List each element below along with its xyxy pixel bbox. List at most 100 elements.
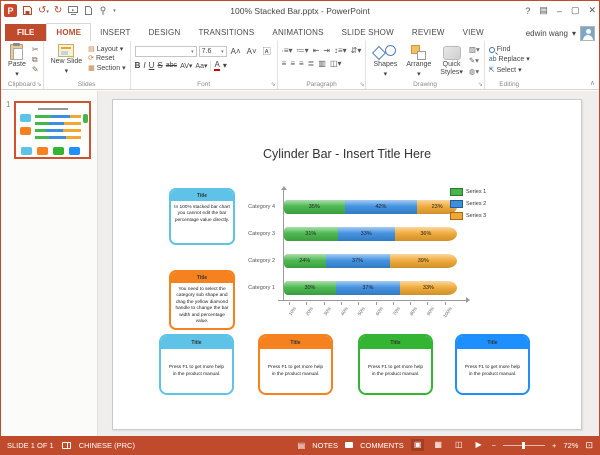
- start-slideshow-icon[interactable]: [67, 5, 79, 16]
- change-case-button[interactable]: Aa▾: [195, 62, 207, 70]
- text-direction-icon[interactable]: ⇵▾: [351, 46, 362, 55]
- bar-segment[interactable]: 35%: [284, 200, 345, 214]
- strikethrough-button[interactable]: S: [157, 61, 162, 70]
- callout-note-2[interactable]: Title You need to select the category su…: [169, 270, 235, 330]
- bar-category-2[interactable]: 24% 37% 39%: [284, 254, 458, 268]
- shape-effects-icon[interactable]: ◍▾: [469, 67, 480, 76]
- convert-smartart-icon[interactable]: ◫▾: [330, 59, 342, 68]
- slide-title[interactable]: Cylinder Bar - Insert Title Here: [113, 147, 581, 161]
- fit-to-window-icon[interactable]: ⊡: [585, 440, 593, 451]
- bar-segment[interactable]: 36%: [394, 227, 458, 241]
- comments-button[interactable]: COMMENTS: [360, 441, 404, 450]
- info-box-1[interactable]: Title Press F1 to get more help in the p…: [159, 334, 234, 395]
- zoom-level[interactable]: 72%: [563, 441, 578, 450]
- tab-review[interactable]: REVIEW: [403, 24, 454, 41]
- shapes-button[interactable]: Shapes ▾: [370, 43, 400, 79]
- arrange-button[interactable]: Arrange ▾: [403, 43, 434, 79]
- collapse-ribbon-icon[interactable]: ∧: [590, 79, 595, 87]
- drawing-dialog-launcher-icon[interactable]: ⇘: [478, 81, 483, 88]
- info-box-3[interactable]: Title Press F1 to get more help in the p…: [358, 334, 433, 395]
- slide-indicator[interactable]: SLIDE 1 OF 1: [7, 441, 54, 450]
- section-button[interactable]: ▦ Section ▾: [88, 65, 126, 73]
- close-icon[interactable]: ✕: [588, 5, 596, 16]
- font-dialog-launcher-icon[interactable]: ⇘: [271, 81, 276, 88]
- notes-button[interactable]: NOTES: [312, 441, 338, 450]
- language-indicator[interactable]: CHINESE (PRC): [79, 441, 135, 450]
- align-right-icon[interactable]: ≡: [299, 59, 304, 68]
- bar-category-1[interactable]: 30% 37% 33%: [284, 281, 458, 295]
- info-box-4[interactable]: Title Press F1 to get more help in the p…: [455, 334, 530, 395]
- ribbon-display-options-icon[interactable]: ▤: [539, 5, 548, 16]
- slide-sorter-view-icon[interactable]: ▦: [431, 439, 445, 451]
- increase-indent-icon[interactable]: ⇥: [323, 46, 330, 55]
- shape-fill-icon[interactable]: ▨▾: [469, 45, 480, 54]
- save-icon[interactable]: [22, 5, 33, 16]
- format-painter-icon[interactable]: ✎: [32, 66, 39, 74]
- thumbnail-panel[interactable]: 1: [1, 91, 98, 436]
- decrease-indent-icon[interactable]: ⇤: [313, 46, 320, 55]
- slide-page[interactable]: Cylinder Bar - Insert Title Here Title I…: [112, 99, 582, 430]
- italic-button[interactable]: I: [143, 61, 145, 70]
- find-button[interactable]: Find: [488, 46, 530, 54]
- zoom-out-button[interactable]: −: [492, 441, 496, 450]
- align-center-icon[interactable]: ≡: [290, 59, 295, 68]
- help-icon[interactable]: ?: [525, 6, 530, 16]
- avatar[interactable]: [580, 26, 595, 41]
- character-spacing-button[interactable]: AV▾: [180, 62, 192, 70]
- numbering-icon[interactable]: ≔▾: [297, 46, 309, 55]
- tab-home[interactable]: HOME: [46, 23, 92, 41]
- clear-formatting-icon[interactable]: 🄰: [261, 47, 273, 57]
- bar-segment[interactable]: 42%: [344, 200, 418, 214]
- normal-view-icon[interactable]: ▣: [410, 439, 425, 451]
- select-button[interactable]: ⇱ Select ▾: [489, 67, 530, 75]
- zoom-slider[interactable]: [503, 441, 546, 449]
- info-box-2[interactable]: Title Press F1 to get more help in the p…: [258, 334, 333, 395]
- bold-button[interactable]: B: [135, 61, 141, 70]
- customize-qat-icon[interactable]: ▾: [113, 8, 116, 14]
- maximize-icon[interactable]: ▢: [571, 5, 580, 16]
- zoom-slider-handle[interactable]: [522, 441, 526, 449]
- bar-segment[interactable]: 30%: [284, 281, 336, 295]
- redo-icon[interactable]: ↻: [54, 5, 62, 16]
- powerpoint-logo-icon[interactable]: P: [4, 4, 17, 17]
- replace-button[interactable]: ab Replace ▾: [489, 56, 530, 64]
- bar-category-3[interactable]: 31% 33% 36%: [284, 227, 458, 241]
- font-name-combo[interactable]: ▾: [134, 46, 197, 57]
- columns-icon[interactable]: ▥: [318, 59, 326, 68]
- bar-segment[interactable]: 24%: [284, 254, 326, 268]
- undo-icon[interactable]: ↺▾: [38, 5, 49, 16]
- bar-segment[interactable]: 37%: [335, 281, 400, 295]
- touch-mode-icon[interactable]: [98, 5, 108, 16]
- minimize-icon[interactable]: –: [557, 6, 562, 16]
- shape-outline-icon[interactable]: ✎▾: [469, 56, 480, 65]
- bar-category-4[interactable]: 35% 42% 23%: [284, 200, 457, 214]
- reset-button[interactable]: ⟳ Reset: [88, 55, 126, 63]
- tab-design[interactable]: DESIGN: [140, 24, 190, 41]
- bar-segment[interactable]: 33%: [337, 227, 395, 241]
- subscript-button[interactable]: abc: [166, 62, 177, 69]
- tab-insert[interactable]: INSERT: [91, 24, 139, 41]
- slideshow-view-icon[interactable]: ▶: [473, 439, 485, 451]
- line-spacing-icon[interactable]: ↕≡▾: [334, 46, 347, 55]
- shrink-font-icon[interactable]: A˅: [245, 47, 259, 57]
- bar-segment[interactable]: 31%: [284, 227, 338, 241]
- justify-icon[interactable]: ≣: [308, 59, 315, 68]
- tab-animations[interactable]: ANIMATIONS: [263, 24, 332, 41]
- reading-view-icon[interactable]: ◫: [452, 439, 466, 451]
- tab-transitions[interactable]: TRANSITIONS: [189, 24, 263, 41]
- underline-button[interactable]: U: [149, 61, 155, 70]
- tab-view[interactable]: VIEW: [454, 24, 493, 41]
- tab-slideshow[interactable]: SLIDE SHOW: [333, 24, 403, 41]
- bar-segment[interactable]: 37%: [325, 254, 390, 268]
- font-size-combo[interactable]: 7.6 ▾: [198, 46, 227, 57]
- paste-button[interactable]: Paste ▾: [5, 43, 29, 79]
- layout-button[interactable]: ▤ Layout ▾: [88, 46, 126, 54]
- tab-file[interactable]: FILE: [5, 24, 47, 41]
- align-left-icon[interactable]: ≡: [282, 59, 287, 68]
- cut-icon[interactable]: ✂: [32, 46, 39, 54]
- new-file-icon[interactable]: [84, 5, 93, 16]
- bar-segment[interactable]: 39%: [389, 254, 458, 268]
- quick-styles-button[interactable]: Quick Styles▾: [437, 43, 466, 79]
- copy-icon[interactable]: ⧉: [32, 56, 39, 64]
- clipboard-dialog-launcher-icon[interactable]: ⇘: [37, 81, 42, 88]
